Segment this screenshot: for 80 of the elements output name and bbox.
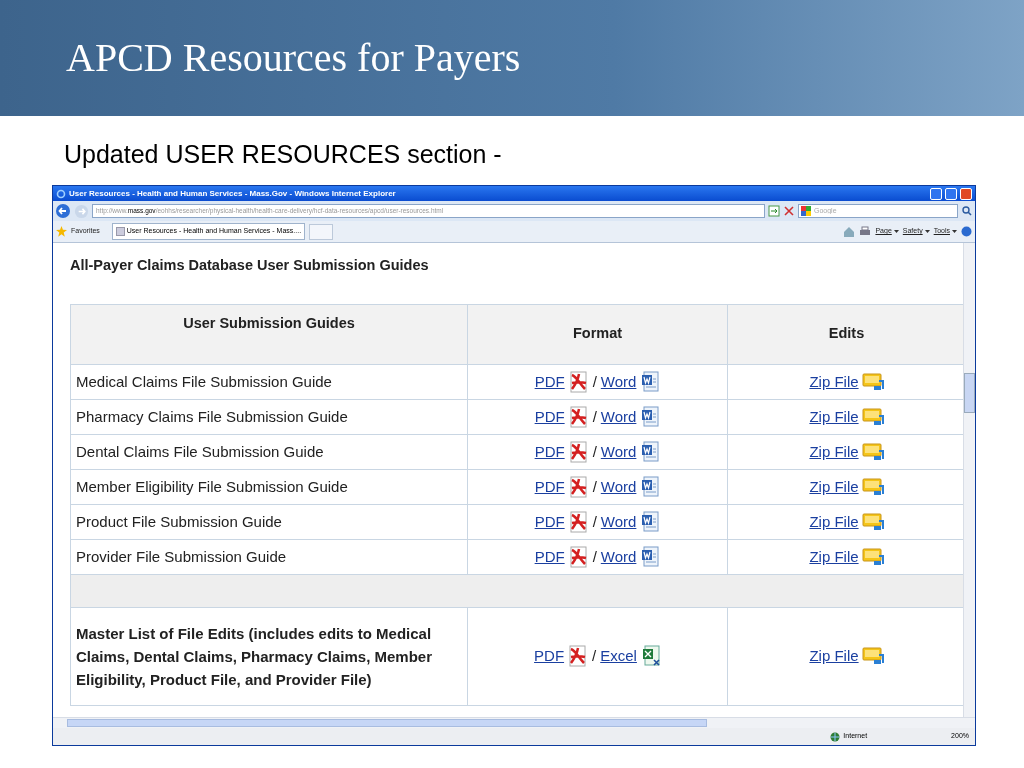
star-icon — [56, 226, 67, 237]
download-link[interactable]: Word — [600, 440, 637, 463]
download-link[interactable]: PDF — [534, 510, 565, 533]
pdf-icon — [568, 545, 589, 568]
search-provider-icon — [801, 206, 811, 216]
separator-text: / — [592, 371, 597, 392]
guide-name: Dental Claims File Submission Guide — [76, 441, 325, 462]
page-heading: All-Payer Claims Database User Submission Guides — [70, 256, 430, 275]
back-icon[interactable] — [55, 203, 71, 219]
download-link[interactable]: Word — [600, 510, 637, 533]
folder-monitor-icon — [861, 441, 884, 462]
slide-title: APCD Resources for Payers — [66, 38, 521, 78]
guide-name: Member Eligibility File Submission Guide — [76, 476, 349, 497]
separator-text: / — [592, 646, 597, 666]
separator-text: / — [592, 546, 597, 567]
restore-button[interactable] — [945, 187, 957, 200]
zip-file-link[interactable]: Zip File — [809, 510, 859, 533]
pdf-icon — [568, 440, 589, 463]
download-link[interactable]: Word — [600, 475, 637, 498]
word-document-icon — [640, 510, 661, 533]
folder-monitor-icon — [861, 371, 884, 392]
zip-file-link[interactable]: Zip File — [809, 440, 859, 463]
download-link[interactable]: PDF — [534, 545, 565, 568]
download-link[interactable]: Excel — [600, 645, 637, 668]
folder-monitor-icon — [861, 406, 884, 427]
vertical-scrollbar[interactable] — [963, 243, 975, 717]
caret-icon — [952, 230, 957, 233]
zip-file-link[interactable]: Zip File — [809, 405, 859, 428]
globe-icon — [830, 731, 841, 742]
guide-name: Provider File Submission Guide — [76, 546, 288, 567]
window-title: User Resources - Health and Human Services - Mass.Gov - Windows Internet Explorer — [69, 187, 396, 200]
close-button[interactable] — [960, 187, 972, 200]
download-link[interactable]: Word — [600, 545, 637, 568]
horizontal-scrollbar[interactable] — [53, 717, 975, 728]
word-document-icon — [640, 475, 661, 498]
slide-subtitle: Updated USER RESOURCES section - — [64, 142, 503, 167]
browser-logo-icon — [56, 188, 66, 199]
download-link[interactable]: PDF — [534, 645, 565, 668]
folder-monitor-icon — [861, 646, 884, 667]
download-link[interactable]: Word — [600, 370, 637, 393]
column-header: User Submission Guides — [70, 304, 468, 365]
zip-file-link[interactable]: Zip File — [809, 545, 859, 568]
guide-name: Master List of File Edits (includes edits to Medical Claims, Dental Claims, Pharmacy Claims, Member Eligibility, Product File, and Provider File) — [76, 623, 433, 690]
zip-file-link[interactable]: Zip File — [809, 645, 859, 668]
column-header: Format — [467, 304, 728, 365]
pdf-icon — [568, 405, 589, 428]
separator-text: / — [592, 441, 597, 462]
pdf-icon — [568, 370, 589, 393]
refresh-icon[interactable] — [768, 205, 780, 217]
search-icon[interactable] — [961, 205, 973, 217]
download-link[interactable]: PDF — [534, 405, 565, 428]
pdf-icon — [568, 645, 589, 668]
word-document-icon — [640, 440, 661, 463]
guide-name: Medical Claims File Submission Guide — [76, 371, 333, 392]
caret-icon — [893, 230, 899, 233]
separator-text: / — [592, 511, 597, 532]
caret-icon — [924, 230, 930, 233]
folder-monitor-icon — [861, 476, 884, 497]
folder-monitor-icon — [861, 511, 884, 532]
minimize-button[interactable] — [930, 187, 942, 200]
folder-monitor-icon — [861, 546, 884, 567]
word-document-icon — [640, 370, 661, 393]
word-document-icon — [640, 405, 661, 428]
guide-name: Pharmacy Claims File Submission Guide — [76, 406, 349, 427]
download-link[interactable]: PDF — [534, 370, 565, 393]
pdf-icon — [568, 475, 589, 498]
download-link[interactable]: Word — [600, 405, 637, 428]
separator-text: / — [592, 406, 597, 427]
guide-name: Product File Submission Guide — [76, 511, 283, 532]
stop-icon[interactable] — [783, 205, 795, 217]
word-document-icon — [640, 545, 661, 568]
zip-file-link[interactable]: Zip File — [809, 475, 859, 498]
zip-file-link[interactable]: Zip File — [809, 370, 859, 393]
spreadsheet-icon — [640, 645, 661, 668]
separator-text: / — [592, 476, 597, 497]
print-icon[interactable] — [859, 225, 872, 238]
page-icon — [115, 227, 125, 236]
download-link[interactable]: PDF — [534, 440, 565, 463]
pdf-icon — [568, 510, 589, 533]
download-link[interactable]: PDF — [534, 475, 565, 498]
